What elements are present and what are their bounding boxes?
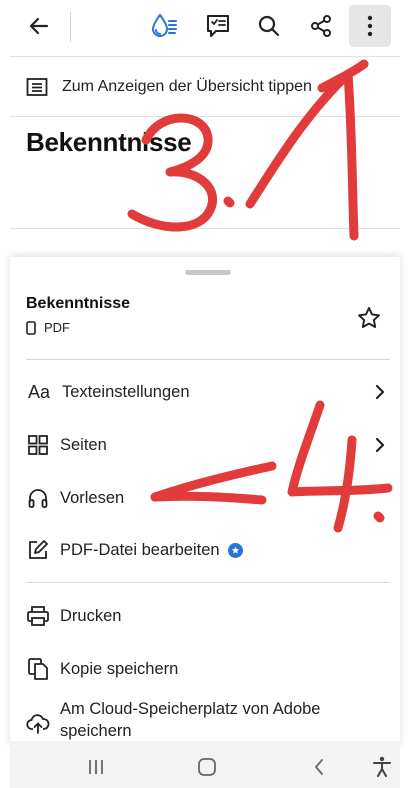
menu-item-edit-pdf[interactable]: PDF-Datei bearbeiten <box>26 530 396 570</box>
cloud-upload-icon <box>26 712 50 736</box>
printer-icon <box>26 604 50 628</box>
chevron-right-icon <box>375 384 385 400</box>
menu-item-pages[interactable]: Seiten <box>26 425 396 465</box>
annotation-dot <box>223 196 235 208</box>
document-title: Bekenntnisse <box>26 127 192 157</box>
favorite-button[interactable] <box>354 303 384 333</box>
sheet-separator <box>26 582 390 583</box>
pages-grid-icon <box>26 433 50 457</box>
menu-label-edit-pdf: PDF-Datei bearbeiten <box>60 540 220 559</box>
more-vertical-icon <box>367 15 373 37</box>
menu-item-read-aloud[interactable]: Vorlesen <box>26 478 396 518</box>
file-type-label: PDF <box>44 320 70 335</box>
menu-label-save-copy: Kopie speichern <box>60 659 179 678</box>
sheet-document-title: Bekenntnisse <box>26 295 131 312</box>
edit-pencil-icon <box>26 538 50 562</box>
search-button[interactable] <box>249 6 289 46</box>
document-line <box>10 228 400 229</box>
recent-apps-icon <box>89 760 103 774</box>
text-settings-icon: Aa <box>27 381 51 402</box>
menu-label-pages: Seiten <box>60 435 107 454</box>
annotation-arrow-head <box>317 59 369 93</box>
phone-icon <box>26 320 36 335</box>
menu-label-read-aloud: Vorlesen <box>60 488 125 507</box>
back-button[interactable] <box>19 6 59 46</box>
recent-apps-button[interactable] <box>81 752 111 782</box>
menu-label-text-settings: Texteinstellungen <box>62 382 190 401</box>
home-button[interactable] <box>192 752 222 782</box>
star-icon <box>358 307 380 328</box>
menu-label-cloud-save: Am Cloud-Speicherplatz von Adobe speiche… <box>60 700 321 740</box>
liquid-mode-button[interactable] <box>144 6 184 46</box>
toolbar-divider <box>70 12 71 42</box>
outline-hint-label: Zum Anzeigen der Übersicht tippen <box>62 78 312 95</box>
share-button[interactable] <box>301 6 341 46</box>
accessibility-button[interactable] <box>367 752 397 782</box>
nav-back-button[interactable] <box>304 752 334 782</box>
menu-item-save-copy[interactable]: Kopie speichern <box>26 649 396 689</box>
home-icon <box>198 758 216 776</box>
premium-badge-icon <box>227 542 243 558</box>
back-arrow-icon <box>29 17 49 35</box>
copy-document-icon <box>26 657 50 681</box>
comment-icon <box>207 15 229 37</box>
outline-hint[interactable]: Zum Anzeigen der Übersicht tippen <box>26 70 312 104</box>
more-options-button[interactable] <box>349 5 391 47</box>
sheet-separator <box>26 359 390 360</box>
menu-label-print: Drucken <box>60 606 122 625</box>
share-icon <box>311 15 331 37</box>
search-icon <box>258 15 280 37</box>
top-toolbar <box>0 0 410 52</box>
comment-button[interactable] <box>198 6 238 46</box>
outline-list-icon <box>26 78 48 96</box>
headphones-icon <box>26 486 50 510</box>
chevron-right-icon <box>375 437 385 453</box>
menu-item-cloud-save[interactable]: Am Cloud-Speicherplatz von Adobe speiche… <box>26 698 396 744</box>
menu-item-print[interactable]: Drucken <box>26 596 396 636</box>
liquid-mode-icon <box>151 13 177 37</box>
menu-item-text-settings[interactable]: Aa Texteinstellungen <box>26 372 396 412</box>
accessibility-icon <box>373 756 391 777</box>
outline-separator <box>10 116 400 117</box>
chevron-left-icon <box>315 759 323 775</box>
sheet-file-type: PDF <box>26 320 70 335</box>
toolbar-separator <box>10 56 400 57</box>
sheet-drag-handle[interactable] <box>185 270 231 275</box>
